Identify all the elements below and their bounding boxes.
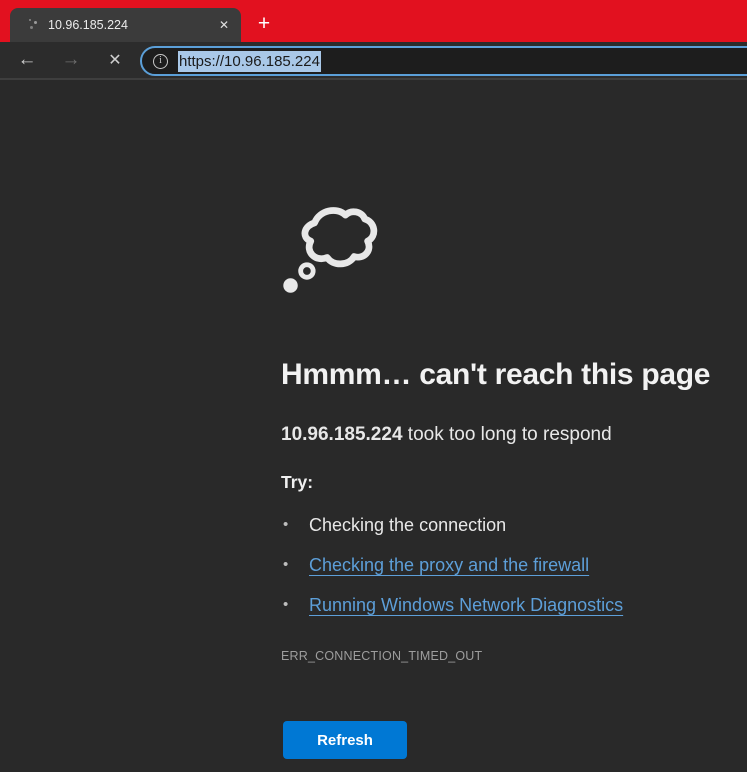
back-button[interactable]: ←: [10, 45, 44, 75]
proxy-firewall-link[interactable]: Checking the proxy and the firewall: [309, 555, 589, 575]
stop-button[interactable]: ✕: [98, 45, 132, 75]
list-item: Checking the proxy and the firewall: [283, 555, 623, 576]
refresh-button[interactable]: Refresh: [283, 721, 407, 759]
suggestion-list: Checking the connection Checking the pro…: [283, 515, 623, 635]
url-input[interactable]: https://10.96.185.224: [178, 51, 321, 72]
navigation-bar: ← → ✕ i https://10.96.185.224: [0, 42, 747, 80]
address-bar[interactable]: i https://10.96.185.224: [140, 46, 747, 76]
error-subtitle-text: took too long to respond: [403, 424, 612, 445]
page-info-icon[interactable]: i: [153, 54, 168, 69]
try-label: Try:: [281, 472, 313, 493]
error-subtitle: 10.96.185.224 took too long to respond: [281, 424, 721, 446]
suggestion-text: Checking the connection: [309, 515, 506, 535]
new-tab-button[interactable]: +: [250, 10, 278, 38]
error-title: Hmmm… can't reach this page: [281, 358, 741, 392]
tab-title: 10.96.185.224: [48, 18, 213, 32]
network-diagnostics-link[interactable]: Running Windows Network Diagnostics: [309, 595, 623, 615]
tab-favicon-loading-icon: [26, 18, 40, 32]
thought-bubble-icon: [278, 192, 384, 298]
error-page: Hmmm… can't reach this page 10.96.185.22…: [0, 82, 747, 772]
error-code: ERR_CONNECTION_TIMED_OUT: [281, 649, 482, 663]
error-host: 10.96.185.224: [281, 424, 403, 445]
forward-button[interactable]: →: [54, 45, 88, 75]
tab-close-icon[interactable]: ✕: [213, 14, 235, 36]
list-item: Checking the connection: [283, 515, 623, 536]
list-item: Running Windows Network Diagnostics: [283, 595, 623, 616]
tab-strip: 10.96.185.224 ✕ +: [0, 0, 747, 42]
browser-tab[interactable]: 10.96.185.224 ✕: [10, 8, 241, 42]
